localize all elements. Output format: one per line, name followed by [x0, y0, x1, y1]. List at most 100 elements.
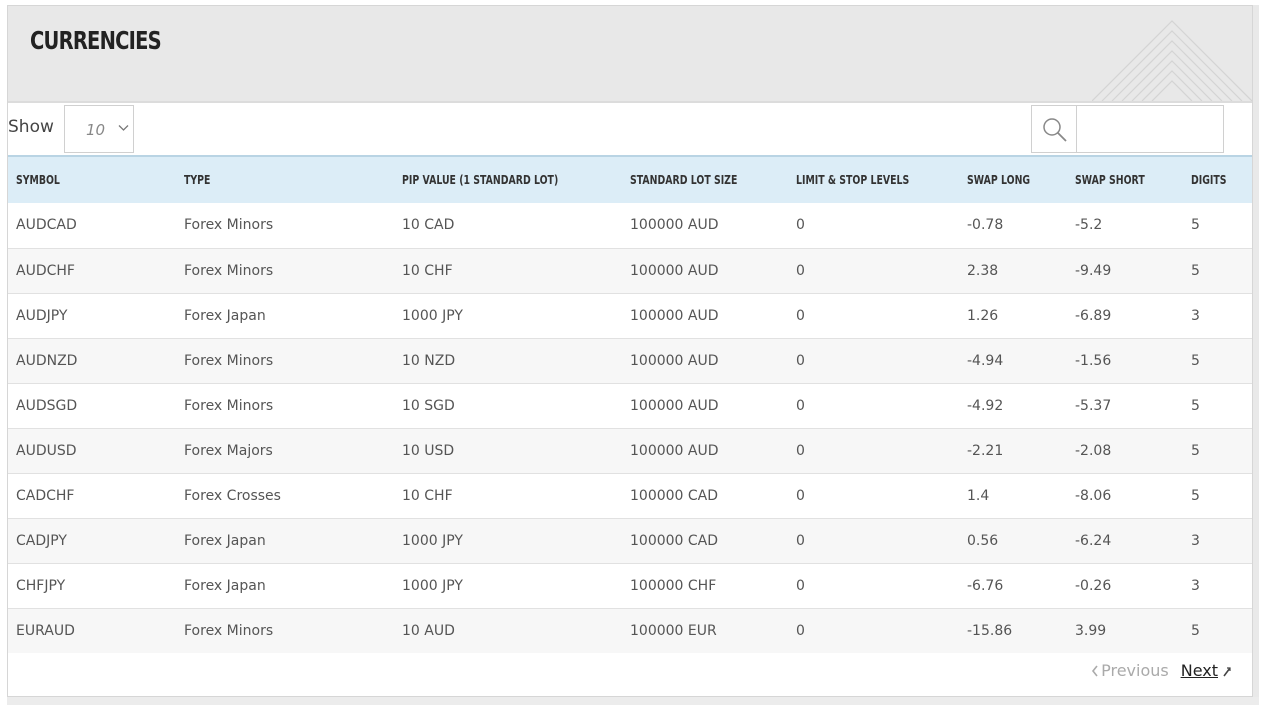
chevron-down-icon [118, 125, 129, 131]
cell-limit-stop: 0 [796, 352, 805, 369]
cell-pip-value: 10 AUD [402, 622, 455, 639]
cell-swap-long: 0.56 [967, 532, 999, 549]
cell-swap-short: -6.24 [1075, 532, 1112, 549]
cell-swap-long: 1.26 [967, 307, 999, 324]
currencies-panel: Currencies Show 10 [7, 5, 1253, 697]
cell-limit-stop: 0 [796, 217, 805, 234]
cell-digits: 3 [1191, 577, 1200, 594]
cell-swap-short: 3.99 [1075, 622, 1107, 639]
cell-limit-stop: 0 [796, 307, 805, 324]
cell-lot-size: 100000 AUD [630, 352, 719, 369]
cell-type: Forex Minors [184, 397, 274, 414]
cell-digits: 5 [1191, 217, 1200, 234]
cell-lot-size: 100000 AUD [630, 442, 719, 459]
cell-lot-size: 100000 CAD [630, 487, 719, 504]
previous-label: Previous [1101, 661, 1169, 680]
header-decoration-icon [1092, 20, 1252, 101]
cell-symbol: AUDJPY [16, 307, 68, 324]
column-header-standard-lot-size[interactable]: Standard lot size [622, 156, 788, 203]
cell-symbol: CADJPY [16, 532, 67, 549]
cell-type: Forex Japan [184, 307, 266, 324]
cell-lot-size: 100000 EUR [630, 622, 717, 639]
cell-symbol: AUDCAD [16, 217, 77, 234]
column-header-type[interactable]: Type [176, 156, 394, 203]
currencies-table: Symbol Type Pip value (1 standard lot) S… [8, 155, 1252, 653]
cell-digits: 3 [1191, 532, 1200, 549]
cell-type: Forex Crosses [184, 487, 281, 504]
cell-pip-value: 1000 JPY [402, 577, 463, 594]
panel-shadow-bottom [7, 697, 1259, 705]
column-header-swap-short[interactable]: Swap short [1067, 156, 1183, 203]
cell-swap-short: -0.26 [1075, 577, 1112, 594]
cell-swap-long: -4.94 [967, 352, 1004, 369]
table-row: CADCHF Forex Crosses 10 CHF 100000 CAD 0… [8, 473, 1252, 518]
table-row: CADJPY Forex Japan 1000 JPY 100000 CAD 0… [8, 518, 1252, 563]
page-size-select[interactable]: 10 [64, 105, 134, 153]
cell-pip-value: 10 CHF [402, 262, 453, 279]
table-row: CHFJPY Forex Japan 1000 JPY 100000 CHF 0… [8, 563, 1252, 608]
cell-pip-value: 10 CHF [402, 487, 453, 504]
column-header-pip-value[interactable]: Pip value (1 standard lot) [394, 156, 622, 203]
cell-pip-value: 1000 JPY [402, 307, 463, 324]
cell-limit-stop: 0 [796, 262, 805, 279]
cell-lot-size: 100000 AUD [630, 217, 719, 234]
column-header-swap-long[interactable]: Swap long [959, 156, 1067, 203]
cell-lot-size: 100000 AUD [630, 262, 719, 279]
previous-button[interactable]: Previous [1091, 661, 1169, 680]
cell-digits: 5 [1191, 262, 1200, 279]
cell-symbol: CADCHF [16, 487, 75, 504]
table-header-row: Symbol Type Pip value (1 standard lot) S… [8, 156, 1252, 203]
cell-symbol: AUDSGD [16, 397, 78, 414]
cell-digits: 5 [1191, 622, 1200, 639]
cell-swap-long: -6.76 [967, 577, 1004, 594]
cell-swap-short: -6.89 [1075, 307, 1112, 324]
cell-lot-size: 100000 AUD [630, 307, 719, 324]
cell-limit-stop: 0 [796, 487, 805, 504]
column-header-symbol[interactable]: Symbol [8, 156, 176, 203]
table-row: AUDCHF Forex Minors 10 CHF 100000 AUD 0 … [8, 248, 1252, 293]
pagination: Previous Next [1091, 661, 1232, 680]
table-row: AUDSGD Forex Minors 10 SGD 100000 AUD 0 … [8, 383, 1252, 428]
cell-pip-value: 10 NZD [402, 352, 456, 369]
cell-swap-short: -9.49 [1075, 262, 1112, 279]
page-title: Currencies [30, 26, 162, 55]
cell-lot-size: 100000 CHF [630, 577, 717, 594]
cell-limit-stop: 0 [796, 622, 805, 639]
panel-shadow-right [1253, 5, 1259, 705]
cell-swap-long: -2.21 [967, 442, 1004, 459]
search-icon [1043, 118, 1067, 142]
cell-swap-long: 1.4 [967, 487, 990, 504]
show-label: Show [8, 117, 54, 137]
cell-swap-short: -5.2 [1075, 217, 1103, 234]
cell-type: Forex Majors [184, 442, 273, 459]
cell-swap-long: -4.92 [967, 397, 1004, 414]
table-row: AUDJPY Forex Japan 1000 JPY 100000 AUD 0… [8, 293, 1252, 338]
chevron-left-icon [1092, 665, 1098, 676]
cell-swap-short: -2.08 [1075, 442, 1112, 459]
table-row: AUDUSD Forex Majors 10 USD 100000 AUD 0 … [8, 428, 1252, 473]
panel-header: Currencies [8, 6, 1252, 103]
search-button[interactable] [1031, 105, 1077, 153]
cell-limit-stop: 0 [796, 397, 805, 414]
table-body: AUDCAD Forex Minors 10 CAD 100000 AUD 0 … [8, 203, 1252, 653]
table-header: Symbol Type Pip value (1 standard lot) S… [8, 156, 1252, 203]
cell-symbol: AUDCHF [16, 262, 75, 279]
chevron-right-icon [1223, 666, 1231, 676]
cell-swap-short: -1.56 [1075, 352, 1112, 369]
cell-limit-stop: 0 [796, 577, 805, 594]
next-button[interactable]: Next [1181, 661, 1232, 680]
cell-symbol: AUDNZD [16, 352, 78, 369]
cell-swap-long: -15.86 [967, 622, 1013, 639]
table-row: EURAUD Forex Minors 10 AUD 100000 EUR 0 … [8, 608, 1252, 653]
table-row: AUDCAD Forex Minors 10 CAD 100000 AUD 0 … [8, 203, 1252, 248]
cell-pip-value: 10 USD [402, 442, 455, 459]
cell-type: Forex Japan [184, 532, 266, 549]
cell-lot-size: 100000 AUD [630, 397, 719, 414]
cell-swap-short: -5.37 [1075, 397, 1112, 414]
cell-symbol: CHFJPY [16, 577, 66, 594]
column-header-digits[interactable]: Digits [1183, 156, 1252, 203]
cell-type: Forex Minors [184, 217, 274, 234]
search-input[interactable] [1077, 105, 1224, 153]
column-header-limit-stop-levels[interactable]: Limit & Stop levels [788, 156, 959, 203]
table-controls: Show 10 [8, 103, 1252, 155]
